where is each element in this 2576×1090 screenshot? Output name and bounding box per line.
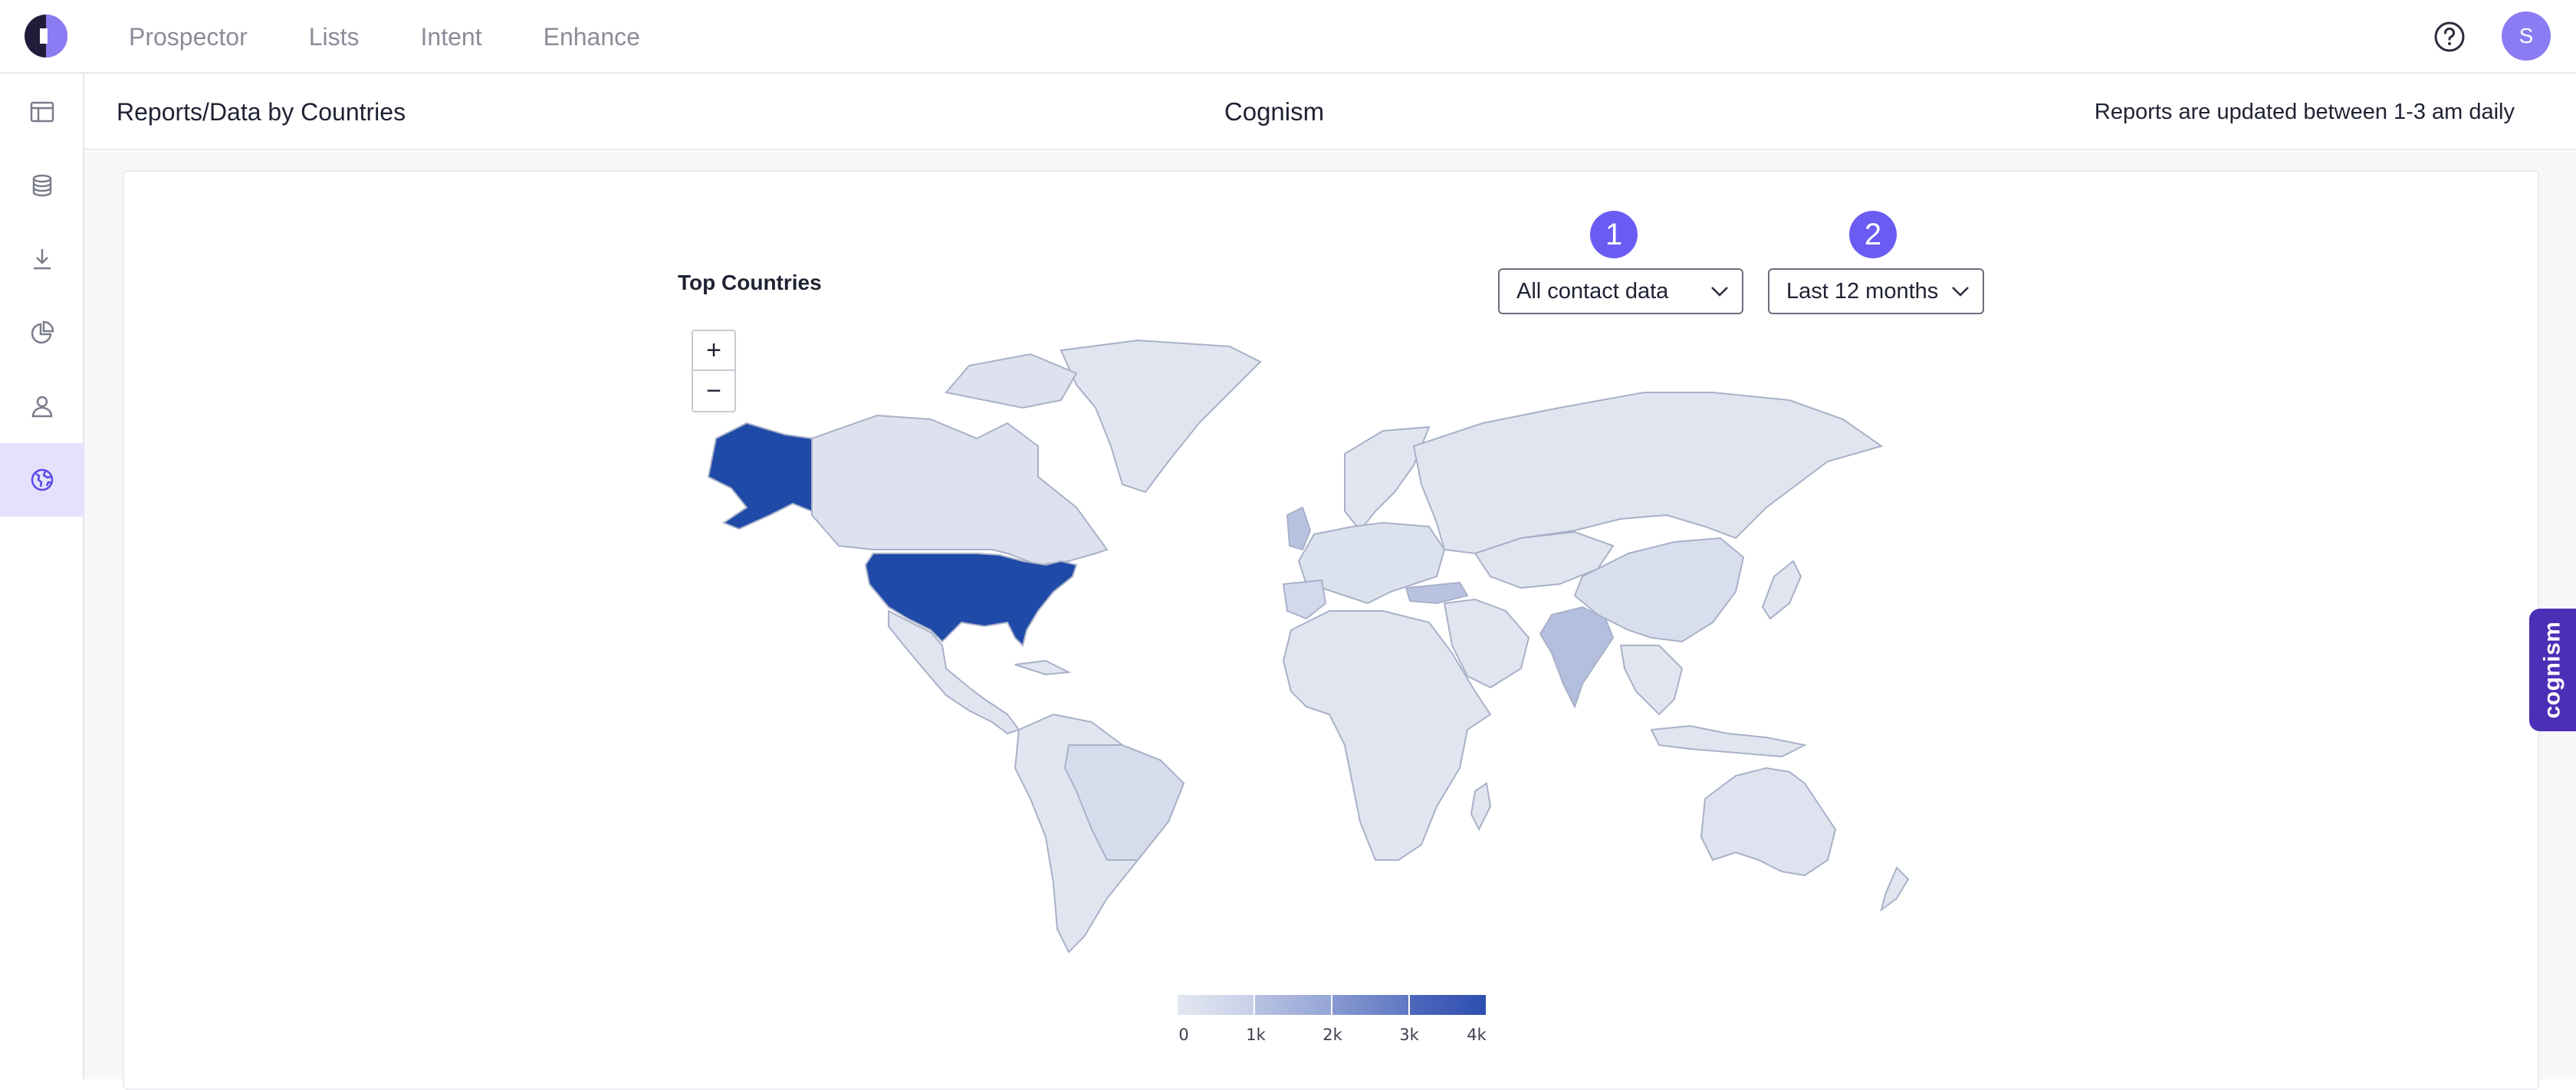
legend-label: 4k (1467, 1026, 1487, 1044)
country-greenland[interactable] (1060, 339, 1262, 494)
sidebar (0, 74, 84, 1079)
nav-intent[interactable]: Intent (421, 23, 482, 51)
database-icon (32, 174, 52, 197)
country-alaska[interactable] (707, 422, 813, 530)
workspace-title: Cognism (1224, 97, 1325, 126)
country-uk[interactable] (1286, 506, 1312, 551)
legend-color-scale (1178, 995, 1486, 1015)
country-turkey[interactable] (1405, 581, 1469, 605)
data-type-select[interactable]: All contact data (1498, 268, 1743, 314)
country-canada-islands[interactable] (945, 353, 1078, 409)
zoom-out-button[interactable]: − (692, 371, 736, 412)
country-southeast-asia[interactable] (1619, 645, 1684, 716)
sidebar-item-countries[interactable] (0, 443, 84, 517)
nav-enhance[interactable]: Enhance (544, 23, 640, 51)
step-badge-2: 2 (1849, 211, 1897, 258)
data-type-select-value: All contact data (1516, 278, 1669, 304)
main-nav: Prospector Lists Intent Enhance (129, 0, 640, 74)
cognism-side-tab[interactable]: cognism (2529, 609, 2576, 731)
user-avatar[interactable]: S (2502, 11, 2551, 61)
nav-prospector[interactable]: Prospector (129, 23, 248, 51)
country-spain[interactable] (1282, 579, 1327, 620)
update-note: Reports are updated between 1-3 am daily (2094, 100, 2515, 124)
top-navigation-bar: Prospector Lists Intent Enhance S (0, 0, 2576, 74)
chevron-down-icon (1711, 287, 1728, 297)
country-australia[interactable] (1700, 767, 1837, 877)
legend-label: 0 (1178, 1026, 1189, 1044)
zoom-in-button[interactable]: + (692, 330, 736, 371)
legend-label: 2k (1322, 1026, 1342, 1044)
sidebar-item-reports[interactable] (0, 296, 84, 369)
layout-icon (30, 101, 54, 123)
chart-title: Top Countries (678, 271, 822, 294)
country-scandinavia[interactable] (1344, 425, 1431, 532)
pie-chart-icon (31, 320, 54, 344)
country-new-zealand[interactable] (1880, 866, 1910, 912)
user-icon (31, 396, 53, 418)
period-select[interactable]: Last 12 months (1768, 268, 1984, 314)
map-legend: 0 1k 2k 3k 4k (1178, 995, 1487, 1056)
country-russia[interactable] (1412, 392, 1884, 555)
country-india[interactable] (1539, 606, 1615, 709)
sidebar-item-data[interactable] (0, 149, 84, 222)
legend-label: 1k (1246, 1026, 1266, 1044)
side-tab-label: cognism (2539, 621, 2565, 719)
sidebar-item-contacts[interactable] (0, 369, 84, 443)
download-icon (34, 249, 51, 270)
globe-icon (31, 468, 54, 491)
period-select-value: Last 12 months (1786, 278, 1939, 304)
page-header: Reports/Data by Countries Cognism Report… (84, 74, 2576, 150)
country-indonesia[interactable] (1650, 724, 1808, 758)
sidebar-item-dashboard[interactable] (0, 75, 84, 149)
sidebar-item-downloads[interactable] (0, 222, 84, 296)
legend-label: 3k (1399, 1026, 1419, 1044)
cognism-logo[interactable] (25, 15, 67, 57)
step-badge-1: 1 (1590, 211, 1638, 258)
chevron-down-icon (1952, 287, 1969, 297)
country-canada[interactable] (811, 414, 1109, 566)
country-japan[interactable] (1761, 560, 1802, 620)
world-map[interactable] (678, 331, 1981, 960)
country-cuba[interactable] (1014, 659, 1072, 676)
country-madagascar[interactable] (1470, 782, 1492, 832)
page-title: Reports/Data by Countries (117, 98, 406, 126)
nav-lists[interactable]: Lists (309, 23, 360, 51)
help-icon[interactable] (2433, 21, 2466, 53)
